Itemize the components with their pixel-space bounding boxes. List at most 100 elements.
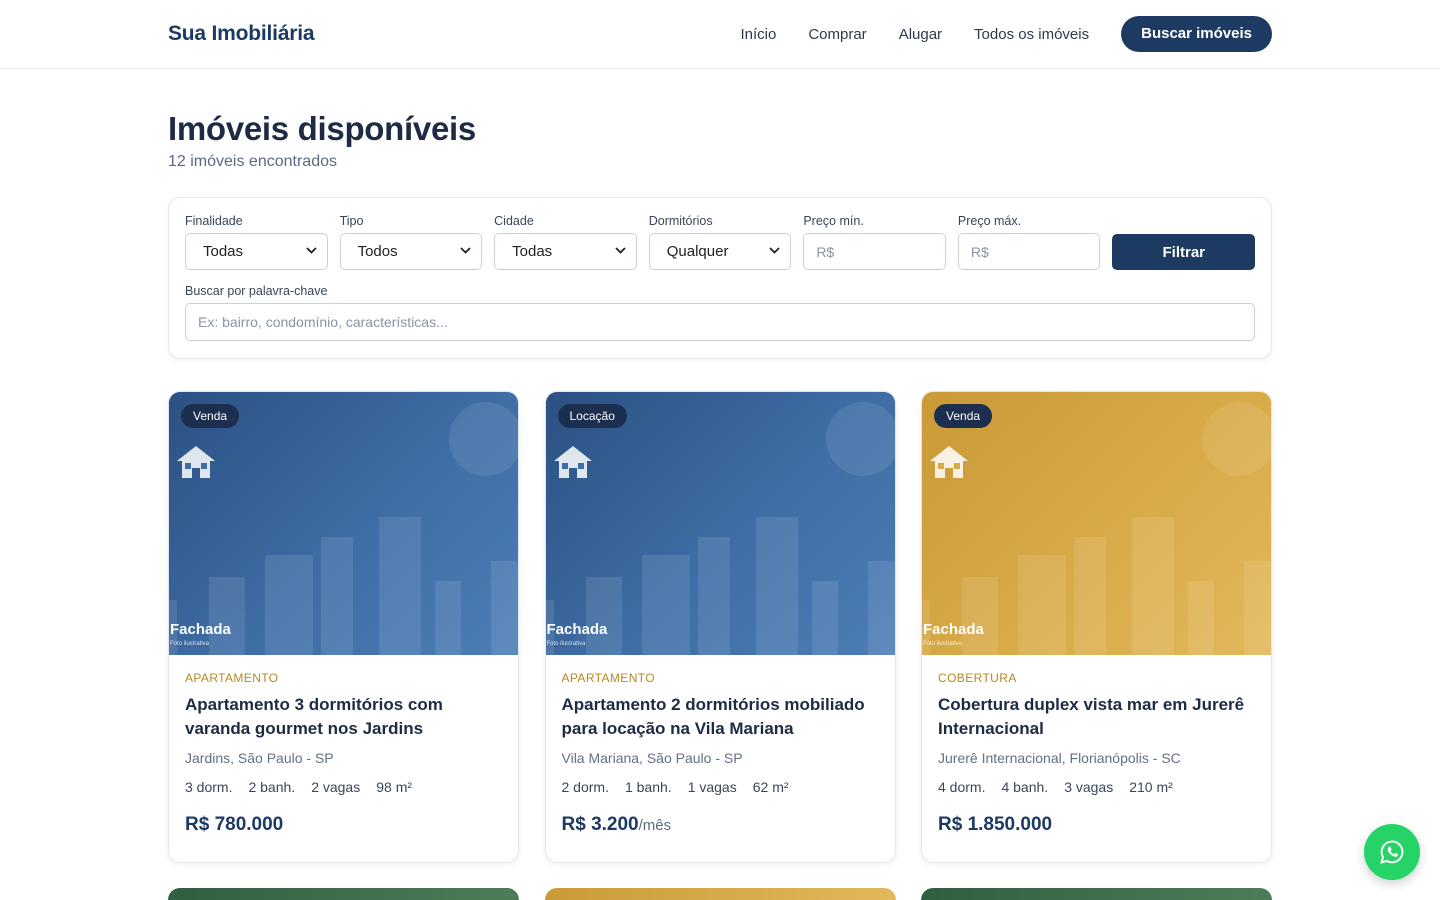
search-properties-button[interactable]: Buscar imóveis (1121, 16, 1272, 52)
preco-max-input[interactable]: R$ (957, 233, 1101, 270)
feature-area: 98 m² (376, 779, 413, 795)
image-caption: Fachada (546, 621, 608, 638)
property-features: 3 dorm. 2 banh. 2 vagas 98 m² (185, 779, 502, 795)
chevron-down-icon (769, 246, 780, 257)
filter-preco-min: Preço mín. R$ (803, 214, 946, 270)
decorative-circle (825, 402, 895, 476)
property-title[interactable]: Apartamento 2 dormitórios mobiliado para… (562, 693, 879, 741)
decorative-circle (1202, 402, 1271, 476)
finalidade-value: Todas (203, 243, 244, 260)
card-body: APARTAMENTO Apartamento 2 dormitórios mo… (546, 655, 895, 836)
house-icon (930, 446, 968, 478)
price-value: R$ 3.200 (561, 814, 639, 835)
feature-parking: 1 vagas (687, 779, 737, 795)
building-shape (811, 581, 838, 655)
card-body: COBERTURA Cobertura duplex vista mar em … (922, 655, 1271, 836)
nav-inicio[interactable]: Início (740, 26, 776, 43)
listing-type-badge: Venda (934, 404, 993, 428)
chevron-down-icon (305, 246, 317, 257)
property-image[interactable]: Venda Fachada Foto ilustrativa (922, 392, 1271, 655)
building-shape (641, 555, 690, 655)
tipo-value: Todos (357, 243, 398, 260)
main-nav: Início Comprar Alugar Todos os imóveis B… (740, 16, 1272, 52)
tipo-select[interactable]: Todos (339, 233, 483, 270)
house-icon (177, 446, 215, 478)
property-image[interactable]: Locação Fachada Foto ilustrativa (545, 392, 895, 655)
property-price: R$ 780.000 (185, 814, 502, 836)
property-title[interactable]: Apartamento 3 dormitórios com varanda go… (185, 693, 502, 741)
feature-bathrooms: 1 banh. (624, 779, 672, 795)
image-caption: Fachada (923, 621, 984, 638)
results-count: 12 imóveis encontrados (168, 153, 337, 170)
feature-bedrooms: 4 dorm. (938, 779, 986, 795)
dormitorios-value: Qualquer (666, 243, 729, 260)
filter-preco-max: Preço máx. R$ (957, 214, 1101, 270)
building-shape (1018, 555, 1066, 655)
listing-type-badge: Locação (557, 404, 627, 428)
tipo-label: Tipo (339, 214, 364, 228)
chevron-down-icon (460, 246, 471, 257)
brand-logo[interactable]: Sua Imobiliária (168, 22, 315, 46)
building-shape (1074, 537, 1106, 655)
filter-finalidade: Finalidade Todas (185, 214, 328, 270)
nav-alugar[interactable]: Alugar (899, 26, 942, 43)
cidade-label: Cidade (494, 214, 534, 228)
property-title[interactable]: Cobertura duplex vista mar em Jurerê Int… (938, 693, 1255, 741)
property-card-peek[interactable] (921, 888, 1272, 900)
preco-min-input[interactable]: R$ (803, 233, 946, 270)
whatsapp-button[interactable] (1364, 824, 1420, 880)
property-type: APARTAMENTO (561, 671, 656, 685)
property-grid: Venda Fachada Foto ilustrativa APARTAMEN… (168, 391, 1272, 863)
preco-max-label: Preço máx. (957, 214, 1022, 228)
feature-bathrooms: 4 banh. (1001, 779, 1049, 795)
building-shape (1132, 517, 1174, 655)
property-card[interactable]: Locação Fachada Foto ilustrativa APARTAM… (544, 391, 896, 863)
feature-bathrooms: 2 banh. (248, 779, 296, 795)
keyword-label: Buscar por palavra-chave (185, 284, 328, 298)
image-note: Foto ilustrativa (546, 641, 586, 647)
building-shape (962, 577, 998, 655)
main-content: Imóveis disponíveis 12 imóveis encontrad… (168, 109, 1272, 863)
image-note: Foto ilustrativa (923, 641, 963, 647)
next-row-cards (168, 888, 1272, 900)
property-type: COBERTURA (938, 671, 1017, 685)
dormitorios-select[interactable]: Qualquer (648, 233, 792, 270)
finalidade-label: Finalidade (185, 214, 243, 228)
property-image[interactable]: Venda Fachada Foto ilustrativa (169, 392, 518, 655)
price-value: R$ 1.850.000 (938, 814, 1053, 835)
cidade-select[interactable]: Todas (494, 233, 637, 270)
building-shape (1188, 581, 1214, 655)
property-price: R$ 1.850.000 (938, 814, 1255, 836)
building-shape (491, 561, 518, 655)
card-body: APARTAMENTO Apartamento 3 dormitórios co… (169, 655, 518, 836)
building-shape (209, 577, 245, 655)
building-shape (435, 581, 461, 655)
property-location: Jardins, São Paulo - SP (185, 750, 334, 766)
filter-tipo: Tipo Todos (339, 214, 483, 270)
nav-todos-imoveis[interactable]: Todos os imóveis (974, 26, 1089, 43)
property-features: 2 dorm. 1 banh. 1 vagas 62 m² (562, 779, 879, 795)
filter-button[interactable]: Filtrar (1112, 234, 1256, 270)
feature-parking: 3 vagas (1064, 779, 1114, 795)
property-location: Jurerê Internacional, Florianópolis - SC (938, 750, 1181, 766)
keyword-search-input[interactable]: Ex: bairro, condomínio, características.… (185, 303, 1255, 341)
property-features: 4 dorm. 4 banh. 3 vagas 210 m² (938, 779, 1255, 795)
site-header: Sua Imobiliária Início Comprar Alugar To… (0, 0, 1440, 69)
nav-comprar[interactable]: Comprar (808, 26, 866, 43)
finalidade-select[interactable]: Todas (185, 233, 328, 270)
price-value: R$ 780.000 (185, 814, 284, 835)
price-suffix: /mês (638, 817, 672, 834)
house-icon (553, 446, 592, 478)
whatsapp-icon (1380, 840, 1404, 864)
building-shape (585, 577, 622, 655)
property-card[interactable]: Venda Fachada Foto ilustrativa COBERTURA… (921, 391, 1272, 863)
property-card[interactable]: Venda Fachada Foto ilustrativa APARTAMEN… (168, 391, 519, 863)
building-shape (265, 555, 313, 655)
property-card-peek[interactable] (544, 888, 896, 900)
filter-dormitorios: Dormitórios Qualquer (648, 214, 792, 270)
filter-cidade: Cidade Todas (494, 214, 637, 270)
feature-parking: 2 vagas (311, 779, 361, 795)
building-shape (755, 517, 798, 655)
page-title: Imóveis disponíveis (168, 110, 476, 147)
property-card-peek[interactable] (168, 888, 519, 900)
